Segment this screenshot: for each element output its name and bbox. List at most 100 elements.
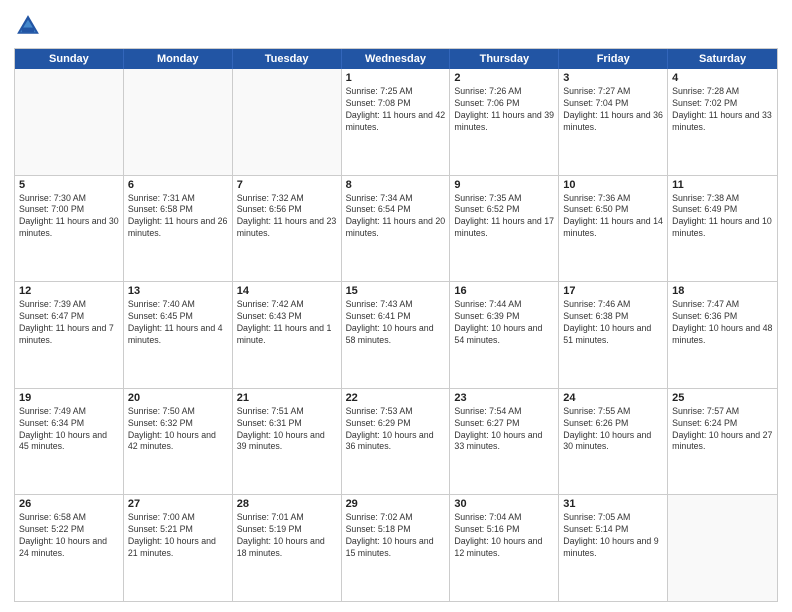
- calendar-cell: 18 Sunrise: 7:47 AM Sunset: 6:36 PM Dayli…: [668, 282, 777, 388]
- cell-info: Sunrise: 7:39 AM Sunset: 6:47 PM Dayligh…: [19, 299, 119, 347]
- calendar-row: 19 Sunrise: 7:49 AM Sunset: 6:34 PM Dayli…: [15, 389, 777, 496]
- cell-info: Sunrise: 7:34 AM Sunset: 6:54 PM Dayligh…: [346, 193, 446, 241]
- cell-info: Sunrise: 7:47 AM Sunset: 6:36 PM Dayligh…: [672, 299, 773, 347]
- day-number: 31: [563, 498, 663, 510]
- cell-info: Sunrise: 7:57 AM Sunset: 6:24 PM Dayligh…: [672, 406, 773, 454]
- calendar-cell: 11 Sunrise: 7:38 AM Sunset: 6:49 PM Dayli…: [668, 176, 777, 282]
- cell-info: Sunrise: 6:58 AM Sunset: 5:22 PM Dayligh…: [19, 512, 119, 560]
- cell-info: Sunrise: 7:01 AM Sunset: 5:19 PM Dayligh…: [237, 512, 337, 560]
- day-number: 27: [128, 498, 228, 510]
- calendar-cell: [124, 69, 233, 175]
- calendar-cell: 12 Sunrise: 7:39 AM Sunset: 6:47 PM Dayli…: [15, 282, 124, 388]
- day-number: 21: [237, 392, 337, 404]
- day-number: 16: [454, 285, 554, 297]
- cell-info: Sunrise: 7:44 AM Sunset: 6:39 PM Dayligh…: [454, 299, 554, 347]
- day-number: 23: [454, 392, 554, 404]
- cell-info: Sunrise: 7:36 AM Sunset: 6:50 PM Dayligh…: [563, 193, 663, 241]
- calendar-cell: 13 Sunrise: 7:40 AM Sunset: 6:45 PM Dayli…: [124, 282, 233, 388]
- calendar-row: 1 Sunrise: 7:25 AM Sunset: 7:08 PM Daylig…: [15, 69, 777, 176]
- day-number: 20: [128, 392, 228, 404]
- calendar-cell: [233, 69, 342, 175]
- calendar-cell: 16 Sunrise: 7:44 AM Sunset: 6:39 PM Dayli…: [450, 282, 559, 388]
- day-number: 15: [346, 285, 446, 297]
- cell-info: Sunrise: 7:38 AM Sunset: 6:49 PM Dayligh…: [672, 193, 773, 241]
- cell-info: Sunrise: 7:35 AM Sunset: 6:52 PM Dayligh…: [454, 193, 554, 241]
- calendar-cell: [668, 495, 777, 601]
- cell-info: Sunrise: 7:40 AM Sunset: 6:45 PM Dayligh…: [128, 299, 228, 347]
- calendar-cell: 28 Sunrise: 7:01 AM Sunset: 5:19 PM Dayli…: [233, 495, 342, 601]
- calendar-cell: 25 Sunrise: 7:57 AM Sunset: 6:24 PM Dayli…: [668, 389, 777, 495]
- calendar-cell: 4 Sunrise: 7:28 AM Sunset: 7:02 PM Daylig…: [668, 69, 777, 175]
- day-number: 26: [19, 498, 119, 510]
- calendar-row: 26 Sunrise: 6:58 AM Sunset: 5:22 PM Dayli…: [15, 495, 777, 601]
- calendar-row: 12 Sunrise: 7:39 AM Sunset: 6:47 PM Dayli…: [15, 282, 777, 389]
- cell-info: Sunrise: 7:31 AM Sunset: 6:58 PM Dayligh…: [128, 193, 228, 241]
- cell-info: Sunrise: 7:32 AM Sunset: 6:56 PM Dayligh…: [237, 193, 337, 241]
- day-number: 25: [672, 392, 773, 404]
- cell-info: Sunrise: 7:55 AM Sunset: 6:26 PM Dayligh…: [563, 406, 663, 454]
- cell-info: Sunrise: 7:43 AM Sunset: 6:41 PM Dayligh…: [346, 299, 446, 347]
- calendar-cell: 10Sunrise: 7:36 AM Sunset: 6:50 PM Dayli…: [559, 176, 668, 282]
- calendar-cell: 2 Sunrise: 7:26 AM Sunset: 7:06 PM Daylig…: [450, 69, 559, 175]
- weekday-header: Thursday: [450, 49, 559, 69]
- calendar: SundayMondayTuesdayWednesdayThursdayFrid…: [14, 48, 778, 602]
- header: [14, 12, 778, 40]
- cell-info: Sunrise: 7:25 AM Sunset: 7:08 PM Dayligh…: [346, 86, 446, 134]
- calendar-cell: 23 Sunrise: 7:54 AM Sunset: 6:27 PM Dayli…: [450, 389, 559, 495]
- cell-info: Sunrise: 7:00 AM Sunset: 5:21 PM Dayligh…: [128, 512, 228, 560]
- calendar-cell: 5 Sunrise: 7:30 AM Sunset: 7:00 PM Daylig…: [15, 176, 124, 282]
- calendar-body: 1 Sunrise: 7:25 AM Sunset: 7:08 PM Daylig…: [15, 69, 777, 601]
- day-number: 4: [672, 72, 773, 84]
- cell-info: Sunrise: 7:53 AM Sunset: 6:29 PM Dayligh…: [346, 406, 446, 454]
- day-number: 11: [672, 179, 773, 191]
- calendar-cell: 19 Sunrise: 7:49 AM Sunset: 6:34 PM Dayli…: [15, 389, 124, 495]
- day-number: 5: [19, 179, 119, 191]
- page: SundayMondayTuesdayWednesdayThursdayFrid…: [0, 0, 792, 612]
- calendar-cell: 27 Sunrise: 7:00 AM Sunset: 5:21 PM Dayli…: [124, 495, 233, 601]
- weekday-header: Monday: [124, 49, 233, 69]
- day-number: 2: [454, 72, 554, 84]
- day-number: 1: [346, 72, 446, 84]
- cell-info: Sunrise: 7:27 AM Sunset: 7:04 PM Dayligh…: [563, 86, 663, 134]
- cell-info: Sunrise: 7:46 AM Sunset: 6:38 PM Dayligh…: [563, 299, 663, 347]
- calendar-cell: 20 Sunrise: 7:50 AM Sunset: 6:32 PM Dayli…: [124, 389, 233, 495]
- weekday-header: Wednesday: [342, 49, 451, 69]
- day-number: 19: [19, 392, 119, 404]
- logo: [14, 12, 46, 40]
- calendar-cell: 30 Sunrise: 7:04 AM Sunset: 5:16 PM Dayli…: [450, 495, 559, 601]
- calendar-cell: 14Sunrise: 7:42 AM Sunset: 6:43 PM Dayli…: [233, 282, 342, 388]
- cell-info: Sunrise: 7:51 AM Sunset: 6:31 PM Dayligh…: [237, 406, 337, 454]
- calendar-cell: 26 Sunrise: 6:58 AM Sunset: 5:22 PM Dayli…: [15, 495, 124, 601]
- day-number: 22: [346, 392, 446, 404]
- weekday-header: Friday: [559, 49, 668, 69]
- calendar-header: SundayMondayTuesdayWednesdayThursdayFrid…: [15, 49, 777, 69]
- logo-icon: [14, 12, 42, 40]
- calendar-cell: 8 Sunrise: 7:34 AM Sunset: 6:54 PM Daylig…: [342, 176, 451, 282]
- day-number: 30: [454, 498, 554, 510]
- weekday-header: Sunday: [15, 49, 124, 69]
- cell-info: Sunrise: 7:02 AM Sunset: 5:18 PM Dayligh…: [346, 512, 446, 560]
- day-number: 7: [237, 179, 337, 191]
- calendar-cell: 31Sunrise: 7:05 AM Sunset: 5:14 PM Dayli…: [559, 495, 668, 601]
- day-number: 24: [563, 392, 663, 404]
- day-number: 9: [454, 179, 554, 191]
- day-number: 18: [672, 285, 773, 297]
- calendar-row: 5 Sunrise: 7:30 AM Sunset: 7:00 PM Daylig…: [15, 176, 777, 283]
- cell-info: Sunrise: 7:50 AM Sunset: 6:32 PM Dayligh…: [128, 406, 228, 454]
- day-number: 8: [346, 179, 446, 191]
- calendar-cell: 9 Sunrise: 7:35 AM Sunset: 6:52 PM Daylig…: [450, 176, 559, 282]
- calendar-cell: 3Sunrise: 7:27 AM Sunset: 7:04 PM Daylig…: [559, 69, 668, 175]
- cell-info: Sunrise: 7:54 AM Sunset: 6:27 PM Dayligh…: [454, 406, 554, 454]
- cell-info: Sunrise: 7:28 AM Sunset: 7:02 PM Dayligh…: [672, 86, 773, 134]
- cell-info: Sunrise: 7:30 AM Sunset: 7:00 PM Dayligh…: [19, 193, 119, 241]
- cell-info: Sunrise: 7:26 AM Sunset: 7:06 PM Dayligh…: [454, 86, 554, 134]
- calendar-cell: 24 Sunrise: 7:55 AM Sunset: 6:26 PM Dayli…: [559, 389, 668, 495]
- cell-info: Sunrise: 7:49 AM Sunset: 6:34 PM Dayligh…: [19, 406, 119, 454]
- cell-info: Sunrise: 7:04 AM Sunset: 5:16 PM Dayligh…: [454, 512, 554, 560]
- calendar-cell: 21 Sunrise: 7:51 AM Sunset: 6:31 PM Dayli…: [233, 389, 342, 495]
- calendar-cell: 6Sunrise: 7:31 AM Sunset: 6:58 PM Daylig…: [124, 176, 233, 282]
- cell-info: Sunrise: 7:42 AM Sunset: 6:43 PM Dayligh…: [237, 299, 337, 347]
- day-number: 13: [128, 285, 228, 297]
- day-number: 12: [19, 285, 119, 297]
- day-number: 28: [237, 498, 337, 510]
